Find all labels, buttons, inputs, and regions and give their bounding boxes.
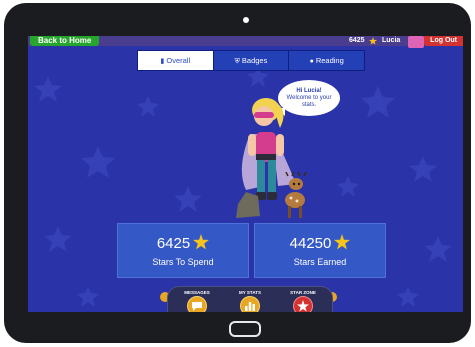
bar-chart-icon	[240, 296, 260, 312]
stars-to-spend-value: 6425	[156, 235, 191, 252]
stars-earned-value: 44250	[289, 235, 332, 252]
app-screen: Back to Home 6425 Lucia Log Out ▮ Overall…	[28, 36, 463, 312]
star-icon	[369, 37, 377, 45]
back-to-home-button[interactable]: Back to Home	[30, 36, 100, 46]
chat-icon	[187, 296, 207, 312]
tab-overall[interactable]: ▮ Overall	[138, 51, 214, 70]
tablet-frame: Back to Home 6425 Lucia Log Out ▮ Overall…	[4, 3, 471, 343]
bottom-nav: MESSAGES MY STATS STAR ZONE	[167, 286, 333, 312]
top-star-count: 6425	[349, 37, 365, 44]
stars-to-spend-value-row: 6425	[118, 234, 248, 253]
top-bar: Back to Home 6425 Lucia Log Out	[28, 36, 463, 48]
tablet-home-button[interactable]	[229, 321, 261, 337]
stars-to-spend-label: Stars To Spend	[152, 257, 214, 267]
star-icon	[334, 234, 351, 250]
stars-earned-label: Stars Earned	[293, 257, 347, 267]
deer-pet-character	[285, 172, 307, 218]
tablet-camera	[243, 17, 249, 23]
star-icon	[293, 296, 313, 312]
tab-badges[interactable]: ⛨ Badges	[214, 51, 290, 70]
stats-tabs: ▮ Overall ⛨ Badges ● Reading	[137, 50, 365, 71]
star-icon	[193, 234, 210, 250]
tab-badges-label: Badges	[241, 56, 268, 65]
tab-reading[interactable]: ● Reading	[289, 51, 364, 70]
my-stats-button[interactable]: MY STATS	[227, 290, 273, 312]
messages-button[interactable]: MESSAGES	[174, 290, 220, 312]
stars-earned-card: 44250 Stars Earned	[254, 223, 386, 278]
user-name: Lucia	[382, 37, 401, 44]
log-out-button[interactable]: Log Out	[424, 36, 463, 46]
book-icon: ●	[309, 58, 314, 65]
tab-reading-label: Reading	[315, 56, 344, 65]
bar-chart-icon: ▮	[160, 58, 165, 65]
shield-icon: ⛨	[234, 58, 240, 65]
stars-earned-value-row: 44250	[255, 234, 385, 253]
tab-overall-label: Overall	[166, 56, 191, 65]
stars-to-spend-card: 6425 Stars To Spend	[117, 223, 249, 278]
star-zone-button[interactable]: STAR ZONE	[280, 290, 326, 312]
avatar[interactable]	[408, 36, 424, 48]
